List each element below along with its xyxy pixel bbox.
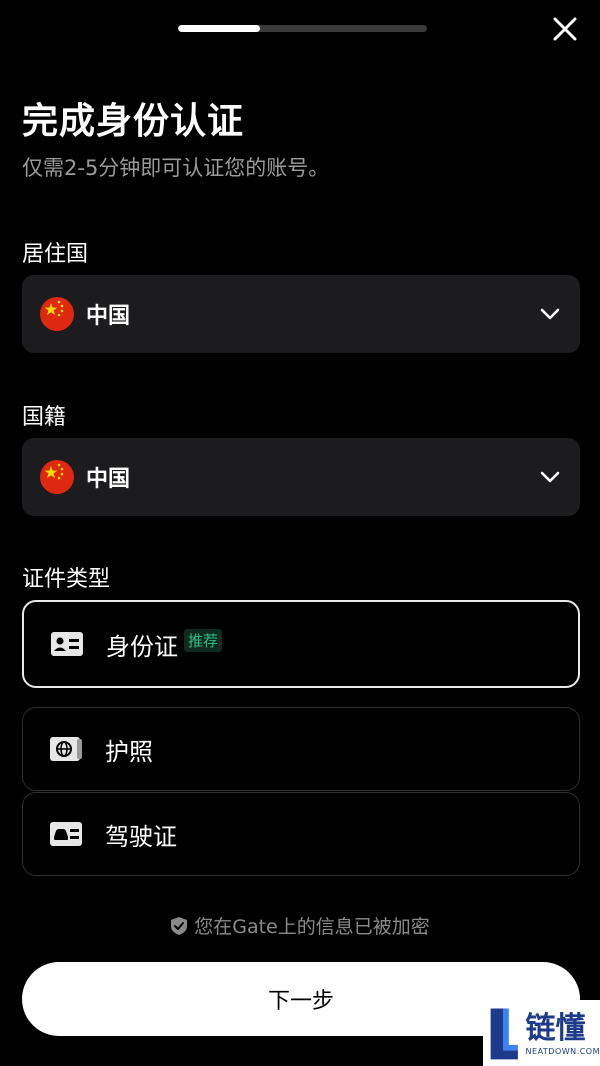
- progress-fill: [178, 25, 261, 32]
- recommended-badge: 推荐: [184, 628, 223, 652]
- page-title: 完成身份认证: [22, 101, 245, 142]
- document-option-label: 护照: [105, 737, 153, 766]
- shield-check-icon: [171, 916, 188, 935]
- security-note: 您在Gate上的信息已被加密: [0, 912, 600, 939]
- security-note-text: 您在Gate上的信息已被加密: [194, 916, 430, 938]
- residence-label: 居住国: [22, 242, 89, 267]
- watermark-logo-icon: [490, 1008, 518, 1060]
- chevron-down-icon: [540, 308, 560, 320]
- id-card-icon: [51, 632, 83, 656]
- nationality-value: 中国: [86, 467, 131, 492]
- document-option-id-card[interactable]: 身份证 推荐: [22, 600, 580, 688]
- document-type-label: 证件类型: [22, 567, 111, 592]
- nationality-select[interactable]: 中国: [22, 438, 580, 516]
- document-option-driver-license[interactable]: 驾驶证: [22, 792, 580, 876]
- document-option-label: 身份证: [106, 632, 178, 661]
- close-button[interactable]: [546, 10, 584, 48]
- document-option-passport[interactable]: 护照: [22, 707, 580, 791]
- document-option-label: 驾驶证: [105, 822, 177, 851]
- passport-icon: [50, 737, 82, 761]
- progress-bar: [178, 25, 427, 32]
- china-flag-icon: [40, 297, 74, 331]
- residence-select[interactable]: 中国: [22, 275, 580, 353]
- close-icon: [553, 17, 577, 41]
- watermark-cn: 链懂: [525, 1010, 586, 1046]
- driver-license-icon: [50, 822, 82, 846]
- nationality-label: 国籍: [22, 405, 67, 430]
- watermark-en: NEATDOWN.COM: [525, 1046, 600, 1056]
- page-subtitle: 仅需2-5分钟即可认证您的账号。: [22, 156, 330, 180]
- watermark: 链懂 NEATDOWN.COM: [483, 1000, 600, 1066]
- chevron-down-icon: [540, 471, 560, 483]
- china-flag-icon: [40, 460, 74, 494]
- residence-value: 中国: [86, 304, 131, 329]
